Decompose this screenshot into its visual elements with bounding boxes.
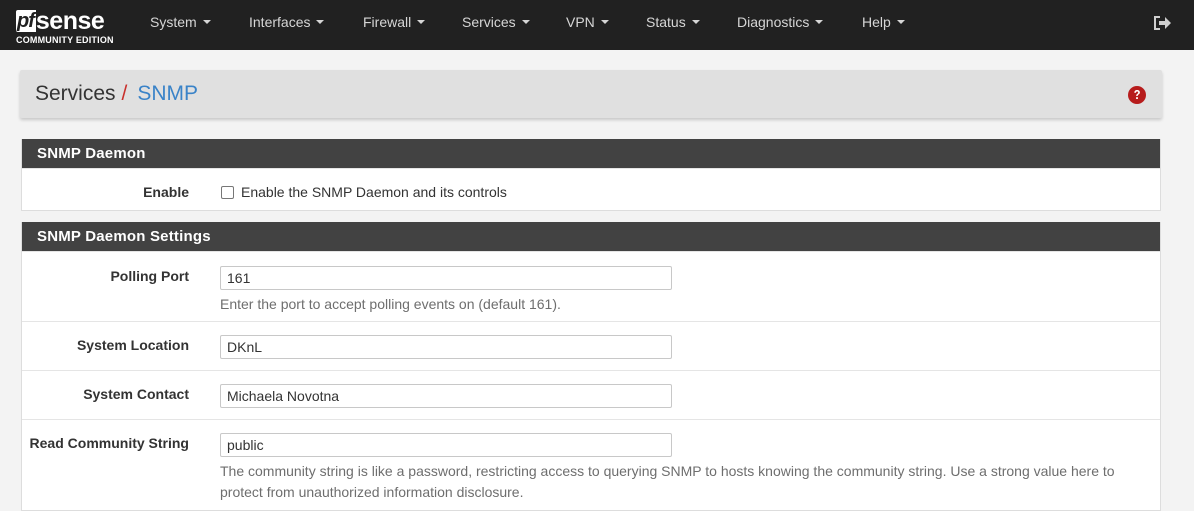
system-location-input[interactable] bbox=[220, 335, 672, 359]
nav-firewall[interactable]: Firewall bbox=[363, 0, 426, 50]
system-location-label: System Location bbox=[76, 337, 189, 353]
panel-heading: SNMP Daemon Settings bbox=[22, 222, 1160, 251]
caret-down-icon bbox=[691, 20, 700, 25]
system-contact-row: System Contact bbox=[22, 370, 1160, 419]
caret-down-icon bbox=[896, 20, 905, 25]
nav-status[interactable]: Status bbox=[646, 0, 700, 50]
panel-heading: SNMP Daemon bbox=[22, 139, 1160, 168]
read-community-input[interactable] bbox=[220, 433, 672, 457]
breadcrumb-separator: / bbox=[121, 82, 128, 105]
enable-checkbox[interactable] bbox=[221, 186, 234, 199]
nav-vpn[interactable]: VPN bbox=[566, 0, 609, 50]
nav-diagnostics[interactable]: Diagnostics bbox=[737, 0, 824, 50]
caret-down-icon bbox=[417, 20, 426, 25]
caret-down-icon bbox=[815, 20, 824, 25]
polling-port-input[interactable] bbox=[220, 266, 672, 290]
top-navbar: pf sense COMMUNITY EDITION System Interfa… bbox=[0, 0, 1194, 50]
sign-out-icon[interactable] bbox=[1152, 14, 1172, 32]
polling-port-label: Polling Port bbox=[110, 268, 189, 284]
read-community-row: Read Community String The community stri… bbox=[22, 419, 1160, 511]
snmp-daemon-panel: SNMP Daemon Enable Enable the SNMP Daemo… bbox=[21, 139, 1161, 211]
caret-down-icon bbox=[521, 20, 530, 25]
snmp-settings-panel: SNMP Daemon Settings Polling Port Enter … bbox=[21, 222, 1161, 511]
polling-port-help: Enter the port to accept polling events … bbox=[220, 296, 561, 312]
read-community-label: Read Community String bbox=[29, 435, 189, 451]
breadcrumb-snmp[interactable]: SNMP bbox=[137, 82, 198, 105]
caret-down-icon bbox=[316, 20, 325, 25]
system-contact-input[interactable] bbox=[220, 384, 672, 408]
read-community-help: The community string is like a password,… bbox=[220, 463, 1115, 500]
breadcrumb-services[interactable]: Services bbox=[35, 82, 116, 105]
system-contact-label: System Contact bbox=[83, 386, 189, 402]
nav-help[interactable]: Help bbox=[862, 0, 905, 50]
page-header: Services / SNMP bbox=[20, 70, 1162, 118]
caret-down-icon bbox=[600, 20, 609, 25]
system-location-row: System Location bbox=[22, 321, 1160, 370]
enable-label: Enable bbox=[143, 184, 189, 200]
nav-interfaces[interactable]: Interfaces bbox=[249, 0, 325, 50]
caret-down-icon bbox=[202, 20, 211, 25]
polling-port-row: Polling Port Enter the port to accept po… bbox=[22, 251, 1160, 321]
breadcrumb: Services / SNMP bbox=[35, 82, 198, 106]
question-circle-icon[interactable] bbox=[1128, 86, 1146, 104]
nav-system[interactable]: System bbox=[150, 0, 211, 50]
enable-checkbox-label[interactable]: Enable the SNMP Daemon and its controls bbox=[241, 184, 507, 200]
nav-services[interactable]: Services bbox=[462, 0, 530, 50]
enable-row: Enable Enable the SNMP Daemon and its co… bbox=[22, 168, 1160, 211]
